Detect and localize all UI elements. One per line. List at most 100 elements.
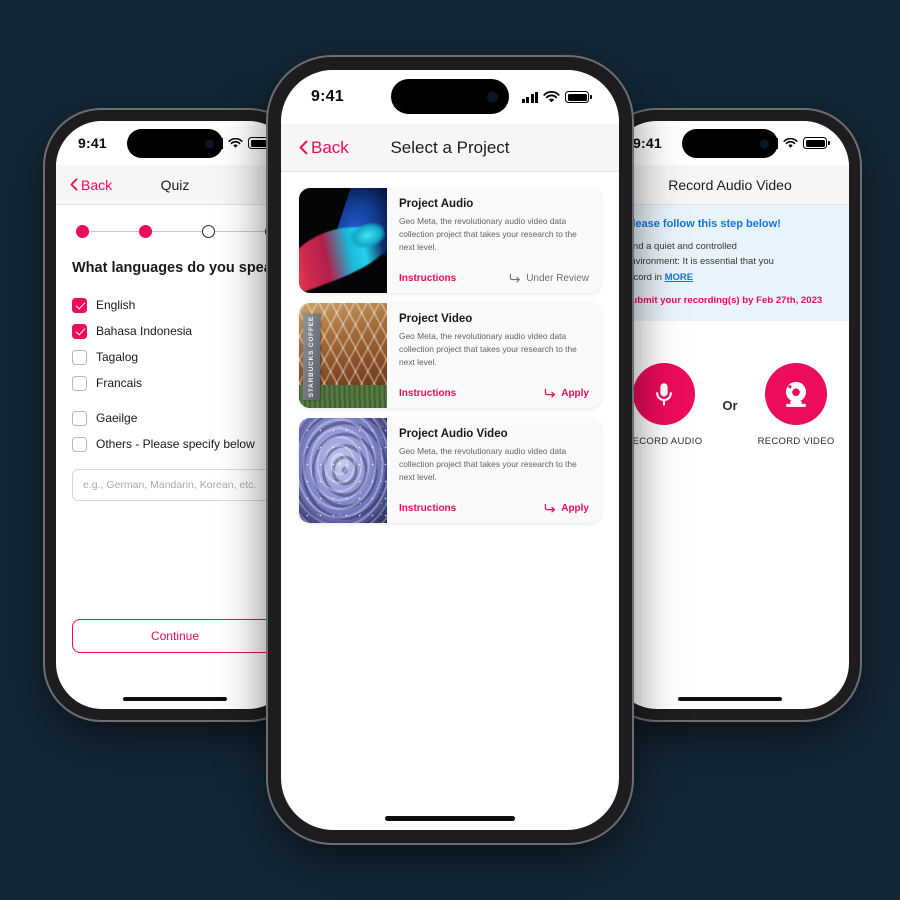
option-tagalog[interactable]: Tagalog — [72, 344, 278, 370]
project-details: Project Video Geo Meta, the revolutionar… — [387, 303, 601, 408]
quiz-content: What languages do you speak? English Bah… — [56, 205, 294, 501]
nav-bar-left: Back Quiz — [56, 165, 294, 205]
record-video-button[interactable] — [765, 363, 828, 426]
option-label: Gaeilge — [96, 411, 138, 425]
webcam-icon — [786, 381, 807, 408]
front-camera-icon — [760, 139, 769, 148]
thumbnail-decoration — [299, 418, 387, 523]
status-bar-time: 9:41 — [78, 135, 107, 151]
instructions-link[interactable]: Instructions — [399, 273, 456, 284]
record-audio-label: RECORD AUDIO — [625, 436, 703, 448]
back-button-label: Back — [81, 176, 113, 193]
option-francais[interactable]: Francais — [72, 370, 278, 396]
status-bar-time: 9:41 — [633, 135, 662, 151]
step-dot-1[interactable] — [76, 225, 89, 238]
step-dot-3[interactable] — [202, 225, 215, 238]
back-button-label: Back — [311, 137, 349, 157]
home-indicator — [123, 696, 227, 701]
phone-mockup-left: 9:41 Back Quiz What languages do you spe… — [45, 110, 305, 720]
phone-mockup-center: 9:41 Back Select a Project Project Audio… — [268, 57, 632, 843]
option-label: Tagalog — [96, 350, 139, 364]
project-title: Project Audio — [399, 198, 474, 210]
record-audio-option[interactable]: RECORD AUDIO — [625, 363, 702, 447]
info-banner: Please follow this step below! Find a qu… — [611, 205, 849, 322]
option-label: Francais — [96, 376, 143, 390]
project-description: Geo Meta, the revolutionary audio video … — [399, 446, 577, 482]
instructions-link[interactable]: Instructions — [399, 388, 456, 399]
or-separator-label: Or — [722, 397, 738, 413]
banner-body-line1: Find a quiet and controlled — [625, 241, 737, 252]
step-line-1 — [89, 230, 139, 233]
banner-body: Find a quiet and controlled environment:… — [625, 239, 835, 285]
project-details: Project Audio Video Geo Meta, the revolu… — [387, 418, 601, 523]
cellular-signal-icon — [521, 91, 538, 103]
project-description: Geo Meta, the revolutionary audio video … — [399, 216, 577, 252]
checkbox-english[interactable] — [72, 297, 87, 313]
checkbox-tagalog[interactable] — [72, 349, 87, 365]
thumbnail-sign-text: STARBUCKS COFFEE — [308, 315, 315, 398]
language-option-list: English Bahasa Indonesia Tagalog Francai… — [72, 292, 278, 457]
continue-button[interactable]: Continue — [72, 619, 278, 653]
project-title: Project Audio Video — [399, 428, 508, 440]
status-bar-right: 9:41 — [611, 121, 849, 165]
page-title-right: Record Audio Video — [668, 176, 792, 193]
more-link[interactable]: MORE — [665, 272, 694, 283]
dynamic-island — [127, 129, 223, 158]
project-details: Project Audio Geo Meta, the revolutionar… — [387, 188, 601, 293]
front-camera-icon — [487, 91, 498, 102]
record-options: RECORD AUDIO Or RECORD VIDEO — [611, 363, 849, 447]
option-label: Bahasa Indonesia — [96, 324, 193, 338]
apply-button[interactable]: Apply — [544, 503, 589, 514]
option-label: English — [96, 298, 136, 312]
option-label: Others - Please specify below — [96, 437, 255, 451]
quiz-question: What languages do you speak? — [72, 260, 289, 276]
apply-button-label: Apply — [561, 388, 589, 399]
project-thumbnail-video: STARBUCKS COFFEE — [299, 303, 387, 408]
step-line-2 — [152, 230, 202, 233]
status-bar-icons — [521, 90, 589, 104]
arrow-turn-right-icon — [545, 503, 556, 513]
status-bar-center: 9:41 — [281, 70, 619, 124]
home-indicator — [385, 816, 515, 821]
checkbox-bahasa-indonesia[interactable] — [72, 323, 87, 339]
phone-mockup-right: 9:41 Record Audio Video Please follow th… — [600, 110, 860, 720]
option-others[interactable]: Others - Please specify below — [72, 431, 278, 457]
option-english[interactable]: English — [72, 292, 278, 318]
record-video-option[interactable]: RECORD VIDEO — [758, 363, 835, 447]
phone-center-screen: 9:41 Back Select a Project Project Audio… — [281, 70, 619, 830]
record-audio-button[interactable] — [632, 363, 695, 426]
back-button-center[interactable]: Back — [299, 138, 349, 158]
front-camera-icon — [205, 139, 214, 148]
record-video-label: RECORD VIDEO — [757, 436, 835, 448]
step-dot-2[interactable] — [139, 225, 152, 238]
nav-bar-center: Back Select a Project — [281, 124, 619, 172]
checkbox-gaeilge[interactable] — [72, 410, 87, 426]
battery-icon — [803, 137, 827, 149]
banner-headline: Please follow this step below! — [625, 218, 781, 230]
dynamic-island — [391, 79, 509, 114]
project-card-video[interactable]: STARBUCKS COFFEE Project Video Geo Meta,… — [299, 303, 601, 408]
banner-deadline: Submit your recording(s) by Feb 27th, 20… — [625, 295, 823, 307]
project-actions: Instructions Apply — [399, 503, 589, 514]
project-card-audio-video[interactable]: Project Audio Video Geo Meta, the revolu… — [299, 418, 601, 523]
apply-button[interactable]: Apply — [544, 388, 589, 399]
option-gaeilge[interactable]: Gaeilge — [72, 405, 278, 431]
option-bahasa-indonesia[interactable]: Bahasa Indonesia — [72, 318, 278, 344]
project-list: Project Audio Geo Meta, the revolutionar… — [281, 172, 619, 539]
back-button-left[interactable]: Back — [70, 177, 112, 193]
instructions-link[interactable]: Instructions — [399, 503, 456, 514]
status-bar-time: 9:41 — [311, 88, 344, 105]
checkbox-francais[interactable] — [72, 375, 87, 391]
project-card-audio[interactable]: Project Audio Geo Meta, the revolutionar… — [299, 188, 601, 293]
banner-body-line2: environment: It is essential that you — [625, 256, 774, 268]
project-description: Geo Meta, the revolutionary audio video … — [399, 331, 577, 367]
wifi-icon — [228, 137, 243, 148]
checkbox-others[interactable] — [72, 436, 87, 452]
arrow-turn-right-icon — [545, 388, 556, 398]
specify-language-input[interactable]: e.g., German, Mandarin, Korean, etc. — [72, 469, 278, 501]
chevron-left-icon — [70, 178, 78, 191]
project-status-label: Under Review — [526, 273, 589, 284]
project-actions: Instructions Under Review — [399, 273, 589, 284]
arrow-turn-right-icon — [510, 273, 521, 283]
project-thumbnail-audio-video — [299, 418, 387, 523]
